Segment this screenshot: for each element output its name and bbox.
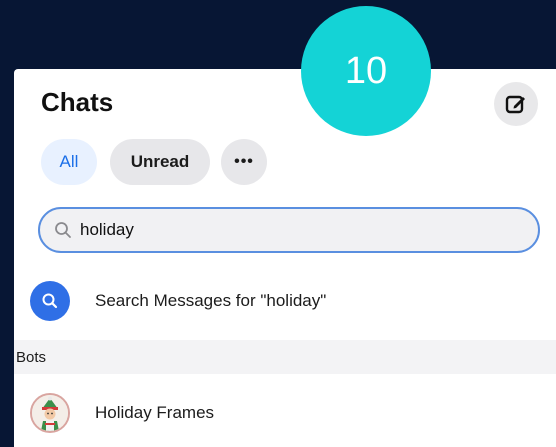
search-icon	[54, 221, 72, 239]
search-messages-row[interactable]: Search Messages for "holiday"	[30, 275, 550, 327]
step-number-text: 10	[344, 49, 388, 92]
page-title: Chats	[41, 87, 114, 117]
search-messages-icon	[30, 281, 70, 321]
compose-button[interactable]	[494, 82, 538, 126]
filter-unread-button[interactable]: Unread	[110, 139, 210, 185]
search-field[interactable]	[38, 207, 540, 253]
chats-panel: Chats All Unread ••• holiday Search Mess…	[14, 69, 556, 447]
screen: 10 Chats All Unread ••• holiday Search M…	[0, 0, 556, 447]
search-messages-label: Search Messages for "holiday"	[95, 291, 327, 310]
bots-section-header: Bots	[14, 340, 556, 374]
bot-name: Holiday Frames	[95, 403, 215, 422]
bots-section-label: Bots	[16, 348, 47, 366]
more-filters-button[interactable]: •••	[221, 139, 267, 185]
more-dots-icon: •••	[234, 153, 254, 170]
compose-icon	[505, 95, 525, 114]
elf-avatar-icon	[30, 393, 70, 433]
search-input[interactable]	[80, 220, 500, 240]
filter-all-button[interactable]: All	[41, 139, 97, 185]
bot-row-holiday-frames[interactable]: Holiday Frames	[30, 387, 550, 439]
step-number-badge: 10	[301, 6, 431, 136]
